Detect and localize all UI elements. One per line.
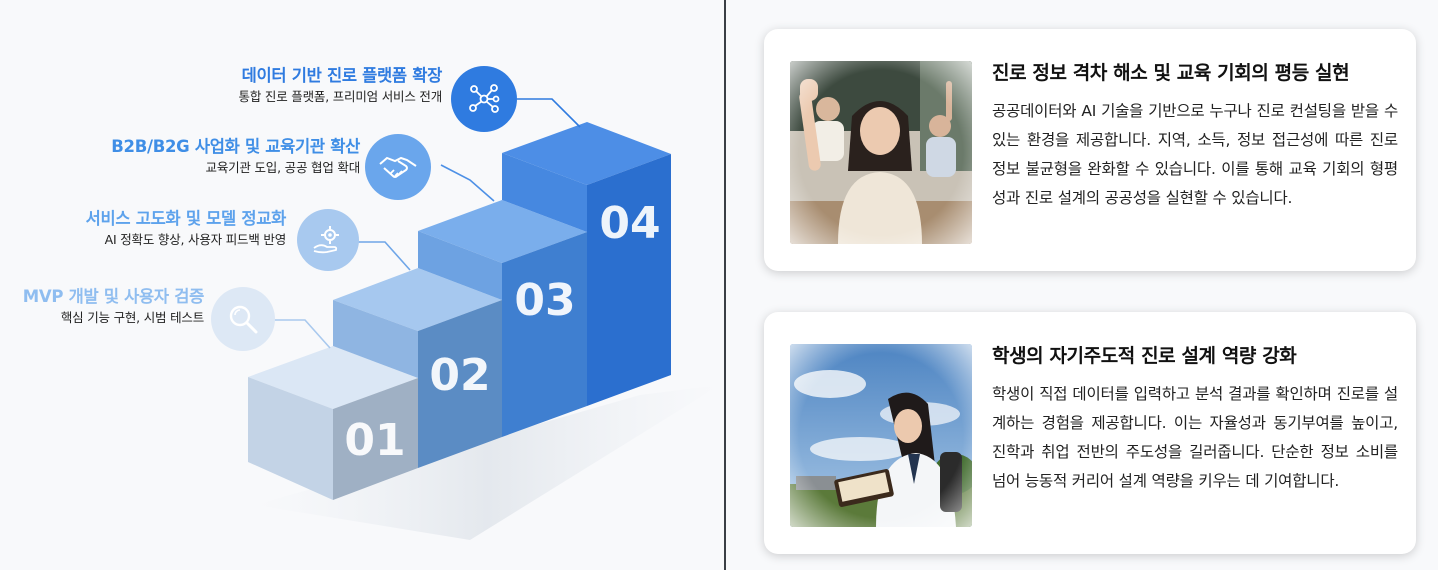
connector-line-3 <box>440 164 495 202</box>
step-2-number: 02 <box>429 350 490 401</box>
network-icon <box>451 66 517 132</box>
stage-1-title: MVP 개발 및 사용자 검증 <box>22 287 205 306</box>
stage-2-text: 서비스 고도화 및 모델 정교화 AI 정확도 향상, 사용자 피드백 반영 <box>85 208 287 250</box>
step-1: 01 <box>248 346 418 500</box>
hand-gear-icon <box>297 209 359 271</box>
stage-1-text: MVP 개발 및 사용자 검증 핵심 기능 구현, 시범 테스트 <box>22 286 205 328</box>
connector-line-2 <box>358 241 411 271</box>
connector-line-1 <box>272 319 331 349</box>
impact-panel: 진로 정보 격차 해소 및 교육 기회의 평등 실현 공공데이터와 AI 기술을… <box>726 0 1438 570</box>
stage-3-title: B2B/B2G 사업화 및 교육기관 확산 <box>111 137 360 156</box>
stage-4-title: 데이터 기반 진로 플랫폼 확장 <box>241 66 443 85</box>
impact-card-2-title: 학생의 자기주도적 진로 설계 역량 강화 <box>992 345 1297 367</box>
handshake-icon <box>365 134 431 200</box>
impact-card-1: 진로 정보 격차 해소 및 교육 기회의 평등 실현 공공데이터와 AI 기술을… <box>764 29 1416 271</box>
stage-2-title: 서비스 고도화 및 모델 정교화 <box>85 209 287 228</box>
impact-card-1-text: 진로 정보 격차 해소 및 교육 기회의 평등 실현 공공데이터와 AI 기술을… <box>992 59 1398 213</box>
stage-2-desc: AI 정확도 향상, 사용자 피드백 반영 <box>104 232 287 247</box>
step-4-number: 04 <box>599 198 660 249</box>
step-3-number: 03 <box>514 275 575 326</box>
stage-1-desc: 핵심 기능 구현, 시범 테스트 <box>60 310 204 325</box>
student-outdoors-photo <box>790 344 972 527</box>
stage-3-text: B2B/B2G 사업화 및 교육기관 확산 교육기관 도입, 공공 협업 확대 <box>111 136 360 178</box>
step-4-front-face <box>587 154 671 406</box>
impact-card-2: 학생의 자기주도적 진로 설계 역량 강화 학생이 직접 데이터를 입력하고 분… <box>764 312 1416 554</box>
roadmap-panel: 01 02 03 04 MVP 개발 및 사용자 검증 핵심 기능 구현, 시범… <box>0 0 724 570</box>
stage-3-desc: 교육기관 도입, 공공 협업 확대 <box>205 160 361 175</box>
impact-card-1-title: 진로 정보 격차 해소 및 교육 기회의 평등 실현 <box>992 62 1350 84</box>
step-3-front-face <box>502 232 587 437</box>
impact-card-2-body: 학생이 직접 데이터를 입력하고 분석 결과를 확인하며 진로를 설계하는 경험… <box>992 385 1398 490</box>
magnifier-icon <box>211 287 275 351</box>
classroom-students-photo <box>790 61 972 244</box>
stage-4-desc: 통합 진로 플랫폼, 프리미엄 서비스 전개 <box>238 89 443 104</box>
impact-card-1-body: 공공데이터와 AI 기술을 기반으로 누구나 진로 컨설팅을 받을 수 있는 환… <box>992 102 1398 207</box>
connector-line-4 <box>517 98 581 128</box>
step-1-number: 01 <box>344 415 405 466</box>
stage-4-text: 데이터 기반 진로 플랫폼 확장 통합 진로 플랫폼, 프리미엄 서비스 전개 <box>238 65 443 107</box>
impact-card-2-text: 학생의 자기주도적 진로 설계 역량 강화 학생이 직접 데이터를 입력하고 분… <box>992 342 1398 496</box>
